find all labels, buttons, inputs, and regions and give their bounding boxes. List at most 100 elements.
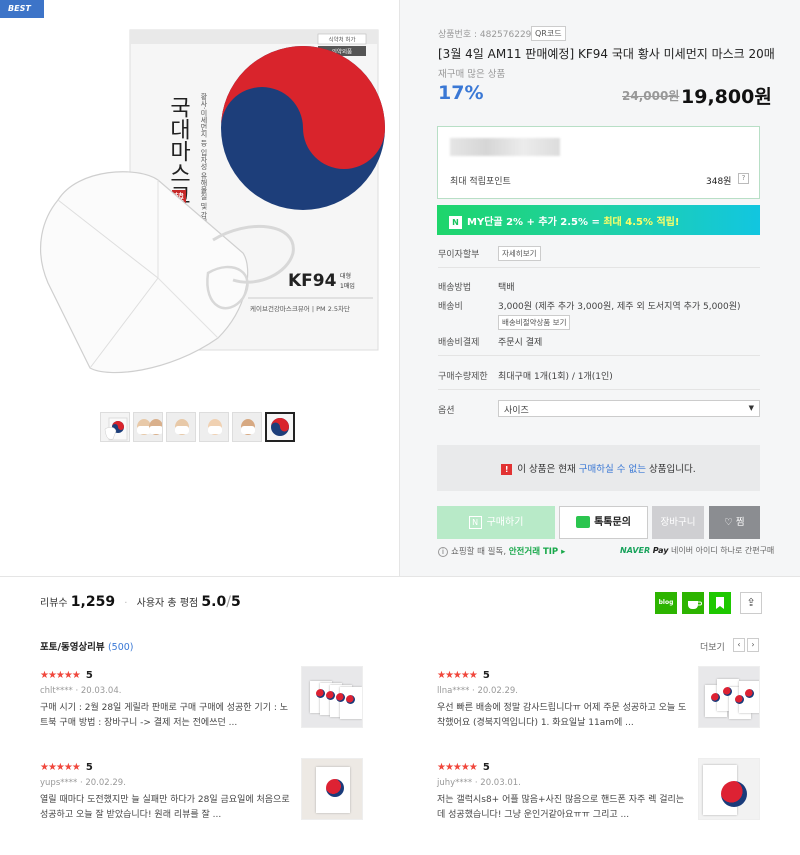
help-icon[interactable]: ? [738,173,749,184]
bookmark-share-icon[interactable] [709,592,731,614]
review-body: 구매 시기 : 2월 28일 게릴라 판매로 구매 구매에 성공한 기기 : 노… [40,703,289,728]
naver-n-icon: N [468,515,482,529]
shipping-payment-label: 배송비결제 [438,338,480,348]
option-label: 옵션 [438,406,455,416]
review-count: 1,259 [70,594,116,610]
star-rating: ★★★★★ [437,670,478,681]
thumbnail-4[interactable] [199,412,229,442]
tip-link: 안전거래 TIP ▸ [508,547,566,557]
star-rating: ★★★★★ [40,670,81,681]
share-icon[interactable]: ⇪ [740,592,762,614]
review-user: chlt**** [40,686,73,696]
review-summary: 리뷰수 1,259 · 사용자 총 평점 5.0/5 [40,594,241,610]
review-photo[interactable] [698,758,760,820]
original-price: 24,000원 [622,89,680,103]
review-date: 20.02.29. [85,778,126,788]
review-date: 20.03.04. [80,686,122,696]
rating-max: 5 [230,594,241,610]
more-link[interactable]: 더보기 [700,640,725,653]
review-item[interactable]: ★★★★★ 5 chlt**** · 20.03.04. 구매 시기 : 2월 2… [40,666,363,738]
notice-prefix: 이 상품은 현재 [517,464,579,475]
tip-prefix: 쇼핑할 때 필독, [451,547,509,557]
blurred-content [450,138,560,156]
blog-share-icon[interactable]: blog [655,592,677,614]
thumbnail-5[interactable] [232,412,262,442]
thumbnail-1[interactable] [100,412,130,442]
shipping-saving-button[interactable]: 배송비절약상품 보기 [498,315,571,330]
review-item[interactable]: ★★★★★ 5 yups**** · 20.02.29. 열릴 때마다 도전했지만… [40,758,363,830]
safe-trade-tip[interactable]: i 쇼핑할 때 필독, 안전거래 TIP ▸ [438,545,565,557]
product-image-panel: BEST 식약처 허가 의약외품 국대마스크 황사·미세먼지 등 입자성 유해물… [0,0,399,576]
option-selected-value: 사이즈 [504,406,529,416]
cafe-share-icon[interactable] [682,592,704,614]
pay-logo: Pay [652,546,669,555]
review-score: 5 [482,670,490,681]
thumbnail-2[interactable] [133,412,163,442]
shipping-method-value: 택배 [498,283,515,293]
product-top-section: BEST 식약처 허가 의약외품 국대마스크 황사·미세먼지 등 입자성 유해물… [0,0,800,577]
my-dangol-banner[interactable]: N MY단골 2% + 추가 2.5% = 최대 4.5% 적립! [437,205,760,235]
package-footer: 케이브건강마스크뷰어 | PM 2.5차단 [250,304,350,313]
discount-rate: 17% [438,82,484,104]
kf-label: KF94 [288,271,337,291]
shipping-method-label: 배송방법 [438,283,472,293]
points-value: 348원 [706,177,732,187]
shipping-payment-value: 주문시 결제 [498,338,543,348]
talktalk-inquiry-button[interactable]: 톡톡문의 [559,506,648,539]
naver-pay-info: NAVER Pay 네이버 아이디 하나로 간편구매 [620,545,774,556]
review-count-label: 리뷰수 [40,598,68,609]
thumbnail-6[interactable] [265,412,295,442]
shipping-fee-label: 배송비 [438,302,463,312]
sale-price: 19,800원 [681,86,772,108]
points-box: 최대 적립포인트 348원 ? [437,126,760,199]
review-photo[interactable] [698,666,760,728]
warning-icon: ! [501,464,513,475]
next-arrow-icon[interactable]: › [747,638,759,652]
approval-text: 식약처 허가 [328,36,355,44]
talk-label: 톡톡문의 [594,517,631,528]
review-body: 우선 빠른 배송에 정말 감사드립니다ㅠ 어제 주문 성공하고 오늘 도착했어요… [437,703,687,728]
divider [438,355,760,356]
zzim-label: 찜 [735,517,745,528]
photo-review-title: 포토/동영상리뷰 [40,642,105,653]
npay-text: 네이버 아이디 하나로 간편구매 [670,546,775,555]
interest-free-label: 무이자할부 [438,250,480,260]
unavailable-notice: ! 이 상품은 현재 구매하실 수 없는 상품입니다. [437,445,760,491]
talktalk-icon [576,516,591,528]
product-subtitle: 재구매 많은 상품 [438,69,506,80]
cart-button[interactable]: 장바구니 [652,506,704,539]
review-user: juhy**** [437,778,473,788]
count-label: 1매입 [340,282,355,290]
my-dangol-text: MY단골 2% + 추가 2.5% = [467,217,604,228]
option-select[interactable]: 사이즈 ▼ [498,400,760,417]
my-dangol-highlight: 최대 4.5% 적립! [603,217,680,228]
info-icon: i [438,547,448,557]
review-date: 20.02.29. [477,686,518,696]
star-rating: ★★★★★ [437,762,478,773]
wishlist-button[interactable]: ♡ 찜 [709,506,760,539]
best-badge: BEST [0,0,44,18]
rating-label: 사용자 총 평점 [136,598,199,609]
buy-button[interactable]: N 구매하기 [437,506,555,539]
review-photo[interactable] [301,758,363,820]
qr-code-button[interactable]: QR코드 [531,26,566,41]
purchase-limit-label: 구매수량제한 [438,372,488,382]
review-photo[interactable] [301,666,363,728]
interest-free-detail-button[interactable]: 자세히보기 [498,246,541,261]
review-date: 20.03.01. [480,778,521,788]
notice-highlight: 구매하실 수 없는 [578,464,646,475]
size-label: 대형 [340,272,351,280]
product-main-image[interactable]: 식약처 허가 의약외품 국대마스크 황사·미세먼지 등 입자성 유해물질 및 감… [18,18,388,388]
naver-n-icon: N [449,216,462,229]
review-item[interactable]: ★★★★★ 5 llna**** · 20.02.29. 우선 빠른 배송에 정말… [437,666,760,738]
shipping-fee-value: 3,000원 (제주 추가 3,000원, 제주 외 도서지역 추가 5,000… [498,302,741,312]
points-label: 최대 적립포인트 [450,177,511,187]
photo-review-label: 포토/동영상리뷰 (500) [40,639,134,653]
thumbnail-3[interactable] [166,412,196,442]
review-item[interactable]: ★★★★★ 5 juhy**** · 20.03.01. 저는 갤럭시s8+ 어플… [437,758,760,830]
prev-arrow-icon[interactable]: ‹ [733,638,745,652]
review-user: yups**** [40,778,78,788]
naver-logo: NAVER [620,546,651,555]
purchase-limit-value: 최대구매 1개(1회) / 1개(1인) [498,372,613,382]
divider [438,389,760,390]
